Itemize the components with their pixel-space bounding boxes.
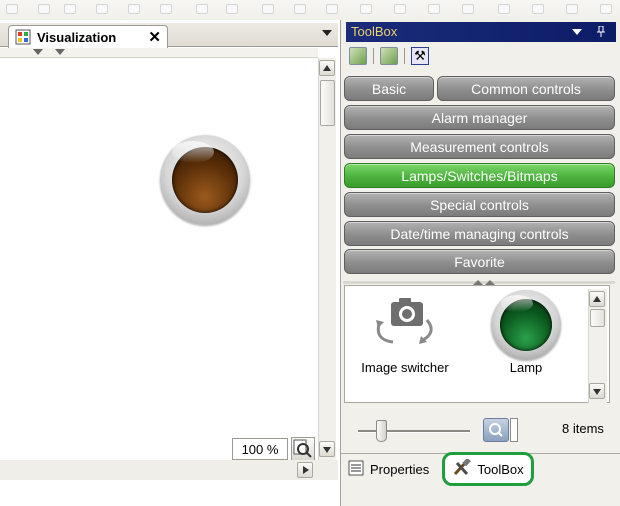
arrow-up-icon: [593, 296, 601, 302]
chevron-down-icon[interactable]: [322, 30, 332, 36]
scroll-up-button[interactable]: [589, 291, 605, 307]
arrow-down-icon: [323, 447, 331, 453]
category-alarm-manager[interactable]: Alarm manager: [344, 105, 615, 130]
toolbox-toolbar: ⚒: [346, 45, 616, 67]
arrow-up-icon: [323, 65, 331, 71]
camera-cycle-icon[interactable]: [371, 296, 441, 348]
top-toolbar: [0, 0, 620, 20]
tab-label: Properties: [370, 462, 430, 477]
scroll-down-button[interactable]: [589, 383, 605, 399]
visualization-canvas[interactable]: [0, 58, 318, 458]
toolbar-icon[interactable]: [566, 4, 578, 14]
category-special-controls[interactable]: Special controls: [344, 192, 615, 217]
toolbar-icon[interactable]: [326, 4, 338, 14]
list-view-icon[interactable]: [380, 47, 398, 65]
grid-view-icon[interactable]: [349, 47, 367, 65]
items-scrollbar[interactable]: [588, 289, 607, 403]
arrow-right-icon: [303, 466, 309, 474]
tab-label: ToolBox: [477, 461, 524, 477]
toolbar-icon[interactable]: [294, 4, 306, 14]
tab-label: Visualization: [37, 29, 117, 45]
horizontal-scrollbar[interactable]: [0, 460, 338, 480]
scroll-right-button[interactable]: [297, 462, 313, 478]
toolbar-icon[interactable]: [498, 4, 510, 14]
toolbar-icon[interactable]: [38, 4, 50, 14]
separator: [373, 48, 374, 64]
toolbar-icon[interactable]: [428, 4, 440, 14]
item-label-lamp[interactable]: Lamp: [496, 360, 556, 375]
toolbar-icon[interactable]: [532, 4, 544, 14]
category-date-time-controls[interactable]: Date/time managing controls: [344, 221, 615, 246]
vertical-scrollbar[interactable]: [318, 58, 336, 460]
toolbar-icon[interactable]: [262, 4, 274, 14]
toolbar-icon[interactable]: [196, 4, 208, 14]
toolbar-icon[interactable]: [6, 4, 18, 14]
scroll-up-button[interactable]: [319, 60, 335, 76]
toolbar-icon[interactable]: [160, 4, 172, 14]
toolbox-title-bar: ToolBox: [346, 22, 616, 42]
zoom-slider-track[interactable]: [358, 430, 470, 433]
document-tab-bar: Visualization ✕: [0, 23, 338, 48]
tab-visualization[interactable]: Visualization ✕: [8, 25, 168, 48]
items-count: 8 items: [562, 421, 604, 436]
ruler-marker[interactable]: [33, 49, 43, 55]
toolbar-icon[interactable]: [64, 4, 76, 14]
category-favorite[interactable]: Favorite: [344, 249, 615, 274]
toolbar-icon[interactable]: [360, 4, 372, 14]
lamp-shine: [172, 141, 214, 163]
toolbar-icon[interactable]: [394, 4, 406, 14]
toolbar-icon[interactable]: [128, 4, 140, 14]
magnifier-icon: [293, 439, 312, 458]
lamp-shine: [501, 295, 533, 312]
visualization-icon: [15, 29, 31, 45]
chevron-down-icon[interactable]: [572, 29, 582, 35]
category-common-controls[interactable]: Common controls: [437, 76, 615, 101]
zoom-bar[interactable]: [510, 418, 518, 442]
toolbar-icon[interactable]: [96, 4, 108, 14]
lamp-widget[interactable]: [160, 135, 250, 225]
tab-toolbox[interactable]: ToolBox: [442, 452, 534, 486]
zoom-level[interactable]: 100 %: [232, 438, 288, 460]
item-label-image-switcher[interactable]: Image switcher: [357, 360, 453, 375]
zoom-slider-thumb[interactable]: [376, 420, 387, 442]
properties-icon: [347, 459, 365, 480]
pin-icon[interactable]: [596, 24, 606, 44]
hammer-icon[interactable]: ⚒: [411, 47, 429, 65]
magnifier-icon[interactable]: [483, 418, 509, 442]
splitter[interactable]: [343, 280, 615, 285]
zoom-button[interactable]: [291, 437, 315, 461]
toolbox-icon: [452, 457, 472, 480]
scroll-down-button[interactable]: [319, 441, 335, 457]
toolbar-icon[interactable]: [226, 4, 238, 14]
scroll-thumb[interactable]: [320, 80, 335, 126]
arrow-down-icon: [593, 389, 601, 395]
ruler: [0, 48, 318, 58]
green-lamp-icon[interactable]: [491, 290, 561, 360]
toolbar-icon[interactable]: [600, 4, 612, 14]
toolbar-icon[interactable]: [462, 4, 474, 14]
scroll-thumb[interactable]: [590, 309, 605, 327]
toolbox-title: ToolBox: [351, 24, 398, 39]
category-basic[interactable]: Basic: [344, 76, 434, 101]
ruler-marker[interactable]: [55, 49, 65, 55]
close-icon[interactable]: ✕: [148, 28, 161, 46]
tab-properties[interactable]: Properties: [347, 459, 429, 480]
separator: [404, 48, 405, 64]
category-lamps-switches-bitmaps[interactable]: Lamps/Switches/Bitmaps: [344, 163, 615, 188]
category-measurement-controls[interactable]: Measurement controls: [344, 134, 615, 159]
